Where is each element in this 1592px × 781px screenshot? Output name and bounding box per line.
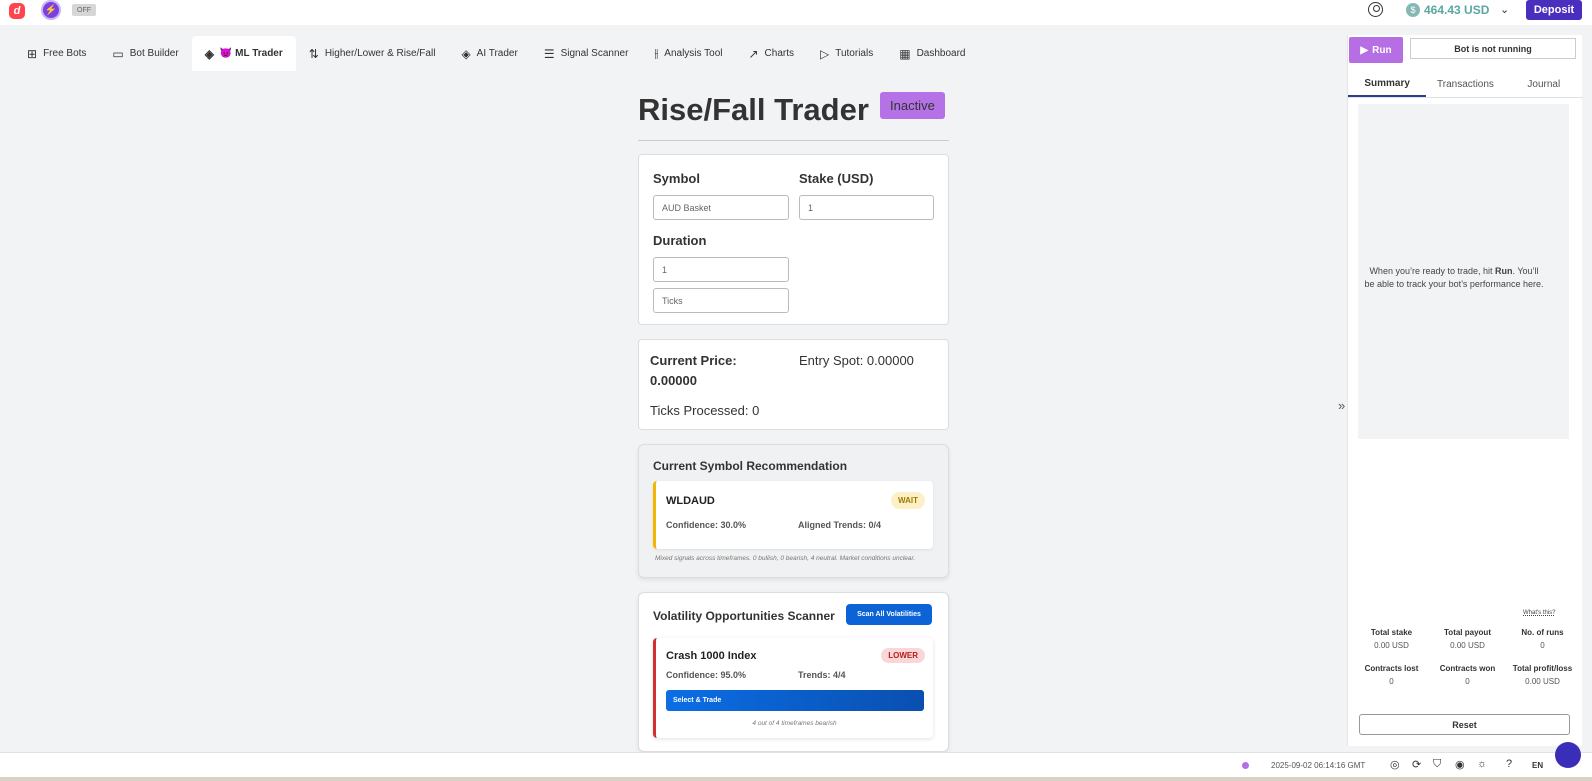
tab-ai-trader[interactable]: ◈ AI Trader	[448, 36, 530, 71]
duration-unit-select[interactable]: Ticks	[653, 288, 789, 313]
top-header: d ⚡ OFF $ 464.43 USD ⌄ Deposit	[0, 0, 1592, 25]
stat-total-profit-loss: Total profit/loss 0.00 USD	[1512, 664, 1573, 686]
bottom-strip	[0, 777, 1592, 781]
duration-label: Duration	[653, 233, 707, 248]
bot-status: Bot is not running	[1410, 38, 1576, 59]
brand-logo[interactable]: d	[9, 3, 25, 19]
confidence-text: Confidence: 30.0%	[666, 520, 747, 530]
layers-icon: ◈	[204, 46, 214, 61]
play-icon: ▶	[1360, 44, 1369, 56]
connection-indicator	[1242, 762, 1249, 769]
opportunity-name: Crash 1000 Index	[666, 650, 757, 662]
main-nav: ⊞ Free Bots ▭ Bot Builder ◈ 😈 ML Trader ⇅ Hi…	[14, 36, 978, 71]
shield-icon[interactable]: ⛉	[1433, 758, 1441, 771]
tab-higher-lower[interactable]: ⇅ Higher/Lower & Rise/Fall	[296, 36, 449, 71]
tab-journal[interactable]: Journal	[1505, 71, 1583, 97]
arrows-updown-icon: ⇅	[308, 46, 319, 61]
recommendation-item: WLDAUD WAIT Confidence: 30.0% Aligned Tr…	[653, 481, 933, 549]
play-icon: ▷	[820, 46, 830, 61]
stat-no-of-runs: No. of runs 0	[1521, 628, 1564, 650]
recommendation-card: Current Symbol Recommendation WLDAUD WAI…	[638, 444, 949, 578]
responsible-trading-icon[interactable]: ◉	[1455, 758, 1465, 771]
app-logo-icon[interactable]: ⚡	[41, 0, 61, 20]
tab-bot-builder[interactable]: ▭ Bot Builder	[99, 36, 191, 71]
ticks-processed: Ticks Processed: 0	[650, 403, 760, 418]
stat-contracts-won: Contracts won 0	[1439, 664, 1496, 686]
collapse-panel-icon[interactable]: »	[1338, 398, 1345, 413]
current-price-label: Current Price:	[650, 353, 737, 368]
theme-icon[interactable]: ☼	[1477, 758, 1487, 770]
stake-input[interactable]: 1	[799, 195, 934, 220]
trader-main: Rise/Fall Trader Inactive Symbol AUD Bas…	[638, 85, 949, 752]
stat-total-payout: Total payout 0.00 USD	[1444, 628, 1491, 650]
price-card: Current Price: 0.00000 Entry Spot: 0.000…	[638, 339, 949, 430]
page-title: Rise/Fall Trader	[638, 92, 869, 127]
tab-signal-scanner[interactable]: ☰ Signal Scanner	[531, 36, 642, 71]
entry-spot: Entry Spot: 0.00000	[799, 353, 914, 368]
tab-tutorials[interactable]: ▷ Tutorials	[807, 36, 886, 71]
title-row: Rise/Fall Trader Inactive	[638, 85, 949, 141]
summary-message: When you’re ready to trade, hit Run. You…	[1364, 266, 1544, 289]
tab-free-bots[interactable]: ⊞ Free Bots	[14, 36, 99, 71]
lower-badge: LOWER	[881, 648, 925, 663]
chat-icon[interactable]	[1555, 742, 1581, 768]
server-time: 2025-09-02 06:14:16 GMT	[1271, 761, 1366, 770]
tab-ml-trader[interactable]: ◈ 😈 ML Trader	[191, 36, 296, 71]
stat-contracts-lost: Contracts lost 0	[1364, 664, 1419, 686]
off-toggle[interactable]: OFF	[72, 4, 96, 16]
help-icon[interactable]: ?	[1506, 758, 1512, 770]
status-footer: 2025-09-02 06:14:16 GMT ◎ ⟳ ⛉ ◉ ☼ ? EN	[0, 752, 1592, 777]
deposit-button[interactable]: Deposit	[1526, 0, 1582, 20]
opportunity-item: Crash 1000 Index LOWER Confidence: 95.0%…	[653, 638, 933, 738]
stake-label: Stake (USD)	[799, 171, 874, 186]
currency-icon: $	[1406, 3, 1420, 17]
scan-all-button[interactable]: Scan All Volatilities	[846, 604, 932, 625]
grid-icon: ⊞	[27, 46, 38, 61]
current-price-value: 0.00000	[650, 373, 697, 388]
trade-form: Symbol AUD Basket Stake (USD) 1 Duration…	[638, 154, 949, 325]
tab-analysis-tool[interactable]: ⫲ Analysis Tool	[641, 36, 735, 71]
aligned-trends-text: Aligned Trends: 0/4	[798, 520, 882, 530]
opportunity-confidence: Confidence: 95.0%	[666, 670, 747, 680]
symbol-select[interactable]: AUD Basket	[653, 195, 789, 220]
account-icon[interactable]	[1368, 2, 1383, 17]
account-balance[interactable]: 464.43 USD	[1424, 3, 1489, 17]
volatility-scanner-card: Volatility Opportunities Scanner Scan Al…	[638, 592, 949, 752]
duration-input[interactable]: 1	[653, 257, 789, 282]
chart-icon: ↗	[748, 46, 759, 61]
recommended-symbol: WLDAUD	[666, 495, 715, 507]
select-trade-button[interactable]: Select & Trade	[666, 690, 924, 711]
whatsapp-icon[interactable]: ◎	[1390, 758, 1400, 771]
reset-button[interactable]: Reset	[1359, 714, 1570, 735]
recommendation-note: Mixed signals across timeframes. 0 bulli…	[655, 555, 916, 562]
list-icon: ☰	[543, 46, 555, 61]
language-selector[interactable]: EN	[1532, 761, 1543, 770]
builder-icon: ▭	[112, 46, 124, 61]
layers-icon: ◈	[461, 46, 471, 61]
status-badge[interactable]: Inactive	[880, 92, 945, 119]
symbol-label: Symbol	[653, 171, 700, 186]
recommendation-title: Current Symbol Recommendation	[653, 459, 848, 473]
tab-summary[interactable]: Summary	[1348, 71, 1427, 97]
tab-charts[interactable]: ↗ Charts	[735, 36, 807, 71]
sliders-icon: ⫲	[654, 46, 659, 60]
tab-dashboard[interactable]: ▦ Dashboard	[886, 36, 978, 71]
opportunity-trends: Trends: 4/4	[798, 670, 846, 680]
wait-badge: WAIT	[891, 492, 925, 509]
stat-total-stake: Total stake 0.00 USD	[1370, 628, 1413, 650]
feed-icon[interactable]: ⟳	[1412, 758, 1421, 771]
whats-this-link[interactable]: What's this?	[1523, 610, 1556, 616]
dashboard-icon: ▦	[899, 46, 911, 61]
tab-transactions[interactable]: Transactions	[1426, 71, 1504, 97]
run-button[interactable]: ▶ Run	[1349, 37, 1403, 63]
scanner-title: Volatility Opportunities Scanner	[653, 609, 835, 623]
run-panel: ▶ Run Bot is not running Summary Transact…	[1347, 35, 1583, 746]
chevron-down-icon[interactable]: ⌄	[1500, 3, 1509, 16]
panel-tabs: Summary Transactions Journal	[1348, 71, 1583, 98]
opportunity-note: 4 out of 4 timeframes bearish	[752, 720, 837, 727]
